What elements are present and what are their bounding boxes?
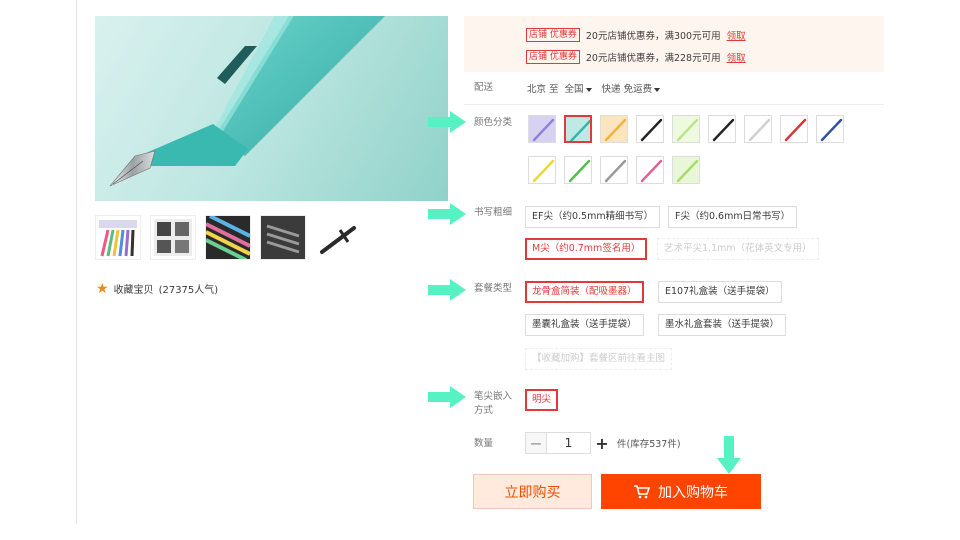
- arrow-right-icon: [428, 111, 466, 133]
- nib-embed-label: 笔尖嵌入方式: [474, 391, 513, 416]
- shipping-region-select[interactable]: 全国: [565, 81, 592, 95]
- add-to-cart-button[interactable]: 加入购物车: [601, 474, 761, 509]
- shipping-label: 配送: [474, 82, 494, 93]
- quantity-input[interactable]: 1: [547, 432, 591, 454]
- thumbnail-2[interactable]: [150, 215, 196, 260]
- package-option-ink[interactable]: 墨水礼盒套装（送手提袋）: [658, 314, 787, 336]
- color-swatch[interactable]: [600, 115, 628, 143]
- color-swatch[interactable]: [600, 156, 628, 184]
- color-swatch[interactable]: [528, 115, 556, 143]
- color-swatch[interactable]: [816, 115, 844, 143]
- buy-now-label: 立即购买: [504, 484, 561, 501]
- arrow-right-icon: [428, 203, 466, 225]
- package-label: 套餐类型: [474, 283, 513, 294]
- coupon-text: 20元店铺优惠券，满300元可用: [585, 31, 721, 42]
- nib-option-f[interactable]: F尖（约0.6mm日常书写）: [668, 206, 798, 228]
- coupon-tag: 店铺 优惠券: [526, 28, 580, 42]
- star-icon: ★: [96, 280, 109, 297]
- shipping-info: 北京 至 全国 快递 免运费: [527, 81, 661, 95]
- color-swatch[interactable]: [528, 156, 556, 184]
- shipping-from: 北京 至: [527, 84, 559, 95]
- color-swatch[interactable]: [636, 115, 664, 143]
- color-swatch[interactable]: [564, 156, 592, 184]
- coupon-claim-link[interactable]: 领取: [727, 28, 746, 42]
- nib-option-ef[interactable]: EF尖（约0.5mm精细书写）: [525, 206, 661, 228]
- arrow-right-icon: [428, 279, 466, 301]
- add-to-cart-label: 加入购物车: [658, 484, 728, 501]
- divider-line: [76, 0, 77, 524]
- coupon-tag: 店铺 优惠券: [526, 50, 580, 64]
- arrow-down-icon: [717, 436, 741, 474]
- color-swatch[interactable]: [564, 115, 592, 143]
- arrow-right-icon: [428, 386, 466, 408]
- thumbnail-strip: [95, 215, 361, 260]
- color-label: 颜色分类: [474, 117, 513, 128]
- thumbnail-1[interactable]: [95, 215, 141, 260]
- favorite-label: 收藏宝贝: [113, 285, 154, 296]
- package-option-collect[interactable]: 【收藏加购】套餐区前往看主图: [525, 348, 673, 370]
- chevron-down-icon: [654, 87, 661, 92]
- shipping-method: 快递 免运费: [601, 84, 653, 95]
- coupon-text: 20元店铺优惠券，满228元可用: [585, 53, 721, 64]
- shipping-to: 全国: [564, 84, 584, 95]
- color-swatch[interactable]: [780, 115, 808, 143]
- separator: [464, 104, 884, 105]
- package-option-cartridge[interactable]: 墨囊礼盒装（送手提袋）: [525, 314, 644, 336]
- quantity-minus-button[interactable]: −: [525, 432, 547, 454]
- nib-option-m[interactable]: M尖（约0.7mm签名用）: [525, 238, 648, 260]
- coupon-row: 店铺 优惠券 20元店铺优惠券，满228元可用 领取: [526, 50, 746, 64]
- color-swatch[interactable]: [744, 115, 772, 143]
- package-option-basic[interactable]: 龙骨盒简装（配吸墨器）: [525, 281, 644, 303]
- quantity-label: 数量: [474, 438, 494, 449]
- thumbnail-5[interactable]: [315, 215, 361, 260]
- thumbnail-3[interactable]: [205, 215, 251, 260]
- color-swatch[interactable]: [636, 156, 664, 184]
- main-product-image[interactable]: [95, 16, 448, 201]
- chevron-down-icon: [585, 87, 592, 92]
- buy-now-button[interactable]: 立即购买: [473, 474, 592, 509]
- color-swatch[interactable]: [708, 115, 736, 143]
- nib-embed-option-exposed[interactable]: 明尖: [525, 389, 559, 411]
- quantity-stepper: − 1 + 件(库存537件): [525, 432, 681, 454]
- coupon-claim-link[interactable]: 领取: [727, 50, 746, 64]
- nib-option-italic[interactable]: 艺术平尖1.1mm（花体英文专用）: [657, 238, 819, 260]
- coupon-row: 店铺 优惠券 20元店铺优惠券，满300元可用 领取: [526, 28, 746, 42]
- favorite-count: (27375人气): [158, 285, 219, 296]
- package-option-e107[interactable]: E107礼盒装（送手提袋）: [658, 281, 782, 303]
- nib-size-label: 书写粗细: [474, 207, 513, 218]
- color-swatch[interactable]: [672, 156, 700, 184]
- fountain-pen-image: [109, 16, 385, 187]
- favorite-link[interactable]: ★ 收藏宝贝 (27375人气): [96, 280, 219, 297]
- promo-box: 店铺 优惠券 20元店铺优惠券，满300元可用 领取 店铺 优惠券 20元店铺优…: [464, 16, 884, 72]
- shipping-method-select[interactable]: 快递 免运费: [602, 81, 661, 95]
- color-swatch[interactable]: [672, 115, 700, 143]
- stock-info: 件(库存537件): [617, 439, 681, 450]
- thumbnail-4[interactable]: [260, 215, 306, 260]
- cart-icon: [634, 484, 650, 498]
- quantity-plus-button[interactable]: +: [591, 432, 613, 454]
